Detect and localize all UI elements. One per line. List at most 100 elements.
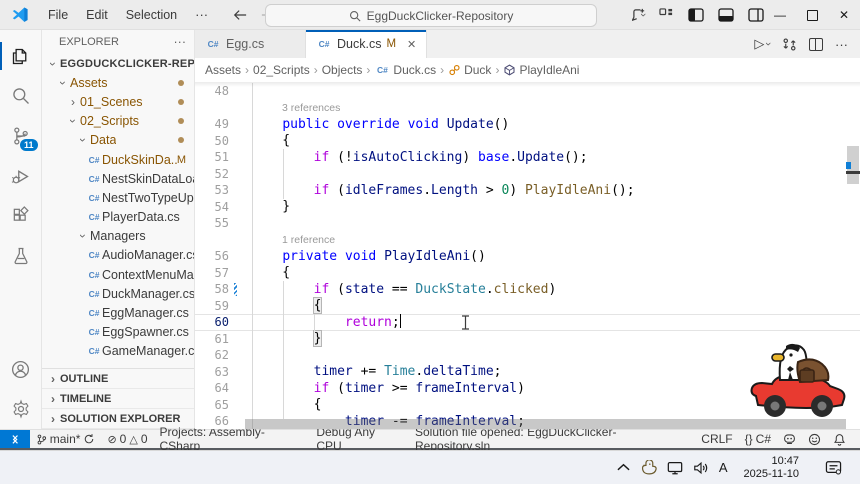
tree-item-playerdata-cs[interactable]: C#PlayerData.cs bbox=[42, 208, 194, 227]
tree-item-data[interactable]: ›Data bbox=[42, 131, 194, 150]
warning-count: 0 bbox=[141, 432, 148, 446]
split-editor-icon[interactable] bbox=[809, 38, 823, 51]
notifications-status[interactable] bbox=[827, 430, 852, 448]
code-line: 53 if (idleFrames.Length > 0) PlayIdleAn… bbox=[195, 182, 860, 199]
tree-item-02-scripts[interactable]: ›02_Scripts bbox=[42, 112, 194, 131]
tree-item-gamemanager-cs[interactable]: C#GameManager.cs bbox=[42, 342, 194, 361]
toggle-secondary-sidebar-icon[interactable] bbox=[748, 8, 764, 22]
breadcrumb-duck-cs[interactable]: C# Duck.cs bbox=[374, 63, 436, 77]
modified-badge: M bbox=[177, 154, 186, 166]
copilot-status[interactable] bbox=[777, 430, 802, 448]
tree-item-assets[interactable]: ›Assets bbox=[42, 73, 194, 92]
tree-item-eggmanager-cs[interactable]: C#EggManager.cs bbox=[42, 303, 194, 322]
section-timeline[interactable]: ›TIMELINE bbox=[42, 389, 194, 409]
breadcrumb-objects[interactable]: Objects bbox=[322, 63, 363, 77]
tree-item-label: AudioManager.cs bbox=[102, 248, 194, 262]
toggle-sidebar-icon[interactable] bbox=[688, 8, 704, 22]
close-button[interactable]: ✕ bbox=[828, 0, 860, 30]
activity-explorer[interactable] bbox=[0, 36, 42, 76]
tree-item-duckskinda[interactable]: C#DuckSkinDa...M bbox=[42, 150, 194, 169]
code-token: } bbox=[314, 331, 322, 346]
activity-extensions[interactable] bbox=[0, 196, 42, 236]
activity-search[interactable] bbox=[0, 76, 42, 116]
codelens-references[interactable]: 3 references bbox=[245, 102, 340, 114]
remote-indicator[interactable] bbox=[0, 430, 30, 448]
tab-duck-cs[interactable]: C# Duck.cs M ✕ bbox=[306, 30, 427, 58]
csharp-file-icon: C# bbox=[86, 212, 102, 222]
code-lines: 483 references49 public override void Up… bbox=[195, 82, 860, 429]
customize-layout-icon[interactable] bbox=[659, 8, 674, 22]
debug-target-status[interactable]: Debug Any CPU bbox=[310, 430, 409, 448]
tree-item-managers[interactable]: ›Managers bbox=[42, 227, 194, 246]
search-input[interactable]: EggDuckClicker-Repository bbox=[265, 4, 597, 27]
branch-status[interactable]: main* bbox=[30, 430, 102, 448]
tree-item-01-scenes[interactable]: ›01_Scenes bbox=[42, 92, 194, 111]
tree-item-eggspawner-cs[interactable]: C#EggSpawner.cs bbox=[42, 323, 194, 342]
toggle-panel-icon[interactable] bbox=[718, 8, 734, 22]
tree-item-nesttwotypeupg[interactable]: C#NestTwoTypeUpg... bbox=[42, 188, 194, 207]
tray-chevron-up-icon[interactable] bbox=[617, 463, 630, 472]
menu-selection[interactable]: Selection bbox=[117, 0, 186, 30]
code-token: void bbox=[345, 249, 376, 264]
breadcrumb-playidleani-method[interactable]: PlayIdleAni bbox=[503, 63, 579, 77]
problems-status[interactable]: ⊘ 0 △ 0 bbox=[101, 430, 153, 448]
breadcrumb-duck-class[interactable]: Duck bbox=[448, 63, 491, 77]
code-token: . bbox=[486, 282, 494, 297]
tree-item-contextmenuma[interactable]: C#ContextMenuMa... bbox=[42, 265, 194, 284]
code-line: 51 if (!isAutoClicking) base.Update(); bbox=[195, 149, 860, 166]
scm-badge: 11 bbox=[20, 139, 38, 151]
search-icon bbox=[349, 10, 361, 22]
code-token: (! bbox=[329, 150, 352, 165]
codelens-references[interactable]: 1 reference bbox=[245, 234, 335, 246]
solution-status[interactable]: Solution file opened: EggDuckClicker-Rep… bbox=[409, 430, 695, 448]
tree-item-duckmanager-cs[interactable]: C#DuckManager.cs bbox=[42, 284, 194, 303]
menu-overflow-icon[interactable]: ··· bbox=[186, 7, 217, 22]
account-button[interactable] bbox=[0, 349, 42, 389]
tree-root-folder[interactable]: ›EGGDUCKCLICKER-REPOSI... bbox=[42, 54, 194, 73]
activity-source-control[interactable]: 11 bbox=[0, 116, 42, 156]
vertical-scrollbar[interactable] bbox=[846, 82, 860, 429]
back-arrow-icon[interactable] bbox=[233, 9, 247, 21]
settings-button[interactable] bbox=[0, 389, 42, 429]
breadcrumb-02-scripts[interactable]: 02_Scripts bbox=[253, 63, 310, 77]
eol-indicator[interactable]: CRLF bbox=[695, 430, 738, 448]
explorer-actions-icon[interactable]: ··· bbox=[174, 35, 187, 49]
open-changes-icon[interactable] bbox=[782, 37, 797, 52]
maximize-button[interactable] bbox=[796, 0, 828, 30]
code-token bbox=[439, 117, 447, 132]
tree-item-nestskindataloa[interactable]: C#NestSkinDataLoa... bbox=[42, 169, 194, 188]
notification-center-button[interactable] bbox=[825, 460, 842, 475]
explorer-title: EXPLORER bbox=[59, 36, 119, 48]
menu-file[interactable]: File bbox=[39, 0, 77, 30]
copilot-status-icon bbox=[783, 433, 796, 445]
network-display-icon[interactable] bbox=[667, 461, 683, 475]
section-outline[interactable]: ›OUTLINE bbox=[42, 369, 194, 389]
tab-close-icon[interactable]: ✕ bbox=[407, 38, 416, 51]
line-number: 50 bbox=[195, 134, 245, 148]
ime-indicator[interactable]: A bbox=[719, 460, 728, 475]
line-number: 55 bbox=[195, 216, 245, 230]
copilot-button[interactable]: › bbox=[632, 8, 645, 22]
feedback-status[interactable] bbox=[802, 430, 827, 448]
horizontal-scrollbar[interactable] bbox=[245, 419, 846, 429]
run-button[interactable]: ▷ › bbox=[754, 36, 770, 52]
error-count: 0 bbox=[120, 432, 127, 446]
tree-item-audiomanager-cs[interactable]: C#AudioManager.cs bbox=[42, 246, 194, 265]
breadcrumb-separator-icon: › bbox=[366, 63, 370, 77]
activity-testing[interactable] bbox=[0, 236, 42, 276]
activity-bar: 11 bbox=[0, 30, 42, 429]
code-editor[interactable]: 483 references49 public override void Up… bbox=[195, 82, 860, 429]
minimize-button[interactable]: — bbox=[764, 0, 796, 30]
code-token bbox=[376, 249, 384, 264]
duck-tray-icon[interactable] bbox=[640, 460, 657, 475]
tree-item-label: DuckSkinDa... bbox=[102, 153, 177, 167]
volume-icon[interactable] bbox=[693, 461, 709, 475]
language-mode[interactable]: {} C# bbox=[739, 430, 777, 448]
tab-egg-cs[interactable]: C# Egg.cs bbox=[195, 30, 306, 58]
breadcrumb-assets[interactable]: Assets bbox=[205, 63, 241, 77]
taskbar-clock[interactable]: 10:47 2025-11-10 bbox=[744, 455, 799, 481]
activity-run-debug[interactable] bbox=[0, 156, 42, 196]
menu-edit[interactable]: Edit bbox=[77, 0, 117, 30]
projects-status[interactable]: Projects: Assembly-CSharp bbox=[154, 430, 311, 448]
editor-more-actions-icon[interactable]: ··· bbox=[835, 37, 848, 52]
